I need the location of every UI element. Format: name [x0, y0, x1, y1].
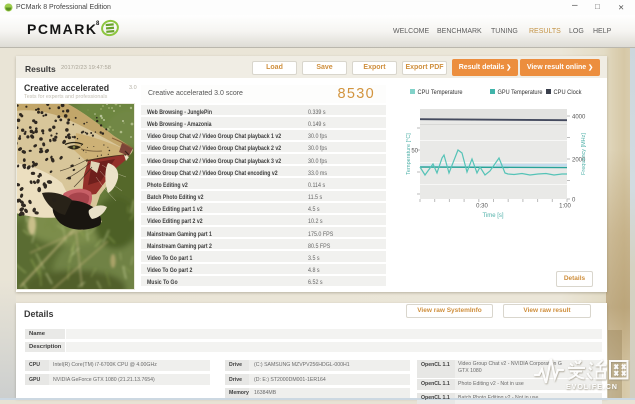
svg-text:Frequency [MHz]: Frequency [MHz]: [581, 133, 587, 175]
svg-text:0: 0: [572, 198, 576, 204]
svg-text:0:30: 0:30: [476, 204, 488, 210]
svg-text:Time [s]: Time [s]: [482, 213, 503, 219]
svg-text:GPU Temperature: GPU Temperature: [498, 89, 543, 96]
svg-text:50: 50: [411, 149, 418, 155]
svg-text:EVOLIFE.CN: EVOLIFE.CN: [566, 382, 618, 391]
svg-text:1:00: 1:00: [559, 204, 571, 210]
svg-text:CPU Clock: CPU Clock: [554, 89, 583, 96]
svg-text:Temperature [°C]: Temperature [°C]: [406, 133, 412, 175]
svg-text:CPU Temperature: CPU Temperature: [418, 89, 463, 96]
svg-text:4000: 4000: [572, 115, 586, 121]
